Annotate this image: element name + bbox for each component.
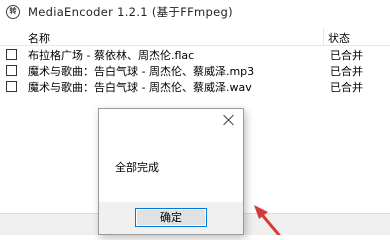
list-header: 名称 状态 [0, 28, 390, 46]
status-text: 已合并 [330, 49, 363, 62]
completion-dialog: 全部完成 确定 [98, 108, 244, 235]
close-icon[interactable] [223, 114, 235, 126]
list-item[interactable]: 魔术与歌曲：告白气球 - 周杰伦、蔡威泽.mp3 已合并 [0, 63, 390, 78]
row-checkbox[interactable] [6, 49, 17, 60]
title-bar: 转 MediaEncoder 1.2.1 (基于FFmpeg) [0, 0, 390, 24]
window-title: MediaEncoder 1.2.1 (基于FFmpeg) [28, 5, 233, 19]
app-icon: 转 [6, 5, 20, 19]
file-name: 魔术与歌曲：告白气球 - 周杰伦、蔡威泽.wav [28, 81, 252, 94]
file-name: 布拉格广场 - 蔡依林、周杰伦.flac [28, 49, 195, 62]
ok-button[interactable]: 确定 [135, 208, 207, 227]
file-name: 魔术与歌曲：告白气球 - 周杰伦、蔡威泽.mp3 [28, 65, 255, 78]
status-text: 已合并 [330, 81, 363, 94]
dialog-message: 全部完成 [115, 161, 159, 174]
list-item[interactable]: 魔术与歌曲：告白气球 - 周杰伦、蔡威泽.wav 已合并 [0, 79, 390, 94]
column-header-name[interactable]: 名称 [28, 30, 50, 46]
column-header-status[interactable]: 状态 [328, 30, 350, 46]
row-checkbox[interactable] [6, 65, 17, 76]
row-checkbox[interactable] [6, 81, 17, 92]
column-divider[interactable] [323, 28, 324, 46]
list-item[interactable]: 布拉格广场 - 蔡依林、周杰伦.flac 已合并 [0, 47, 390, 62]
status-text: 已合并 [330, 65, 363, 78]
